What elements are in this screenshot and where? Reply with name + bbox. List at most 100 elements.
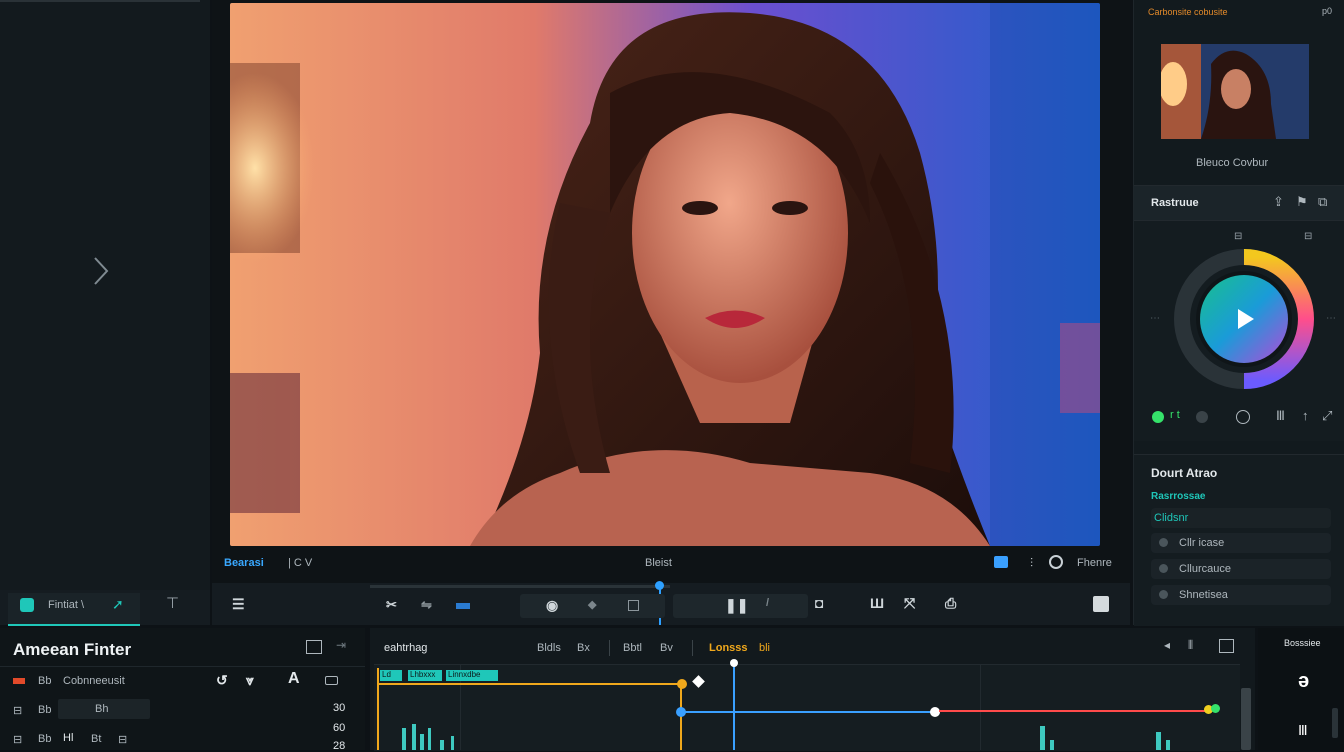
arrow-icon[interactable]: ➚	[112, 596, 124, 613]
chevron-right-icon[interactable]	[92, 256, 110, 286]
stop-icon[interactable]	[628, 600, 639, 611]
value-a: 30	[333, 702, 346, 714]
copy-icon[interactable]: ⧉	[1318, 194, 1327, 210]
monitor-icon[interactable]	[994, 556, 1008, 568]
waveform-bar	[428, 728, 431, 750]
row1-label-b: Cobnneeusit	[63, 675, 125, 687]
timeline-tracks[interactable]	[374, 664, 1240, 751]
tool-icon-c[interactable]: A	[288, 670, 300, 688]
timeline-panel: eahtrhag Bldls Bx Bbtl Bv Lonsss bli ◂ ⫴…	[370, 628, 1255, 751]
pause-icon[interactable]: ❚❚	[725, 597, 748, 614]
timeline-playhead[interactable]	[733, 664, 735, 750]
value-c: 28	[333, 740, 346, 752]
keyframe-dot[interactable]	[930, 707, 940, 717]
dock-icon[interactable]: ⇥	[336, 638, 346, 652]
levels-icon[interactable]: Ⅲ	[1276, 408, 1285, 424]
brush-icon[interactable]: ə	[1298, 670, 1309, 693]
timeline-tab-active[interactable]: Lonsss	[709, 642, 748, 654]
clip[interactable]: Lhbxxx	[408, 670, 442, 681]
tool-icon-a[interactable]: ↺	[216, 672, 228, 689]
mini-icon-c: ⋯	[1150, 313, 1160, 324]
timeline-tab[interactable]: Bx	[577, 642, 590, 654]
clip-thumbnail[interactable]	[1161, 44, 1309, 139]
export-icon[interactable]: ⎙	[945, 595, 956, 612]
marker-icon[interactable]	[456, 603, 470, 609]
grid-icon[interactable]	[1219, 639, 1234, 653]
row3-icon-b: ⊟	[118, 734, 128, 746]
panel-icon[interactable]	[306, 640, 322, 654]
mode-label[interactable]: | C V	[288, 557, 312, 569]
bottom-right-label: Bosssiee	[1284, 638, 1321, 648]
right-panel: Carbonsite cobusite p0 Bleuco Covbur Ras…	[1133, 0, 1344, 626]
row3-label-b: Hl	[63, 732, 74, 744]
scrub-track[interactable]	[370, 585, 670, 588]
waveform-bar	[1166, 740, 1170, 750]
side-scrollbar[interactable]	[1332, 708, 1338, 738]
split-icon[interactable]: ⫶	[1030, 556, 1033, 571]
preset-field-value: Clidsnr	[1154, 512, 1189, 524]
list-item[interactable]: Cllurcauce	[1151, 559, 1331, 579]
fit-label[interactable]: Fhenre	[1077, 557, 1112, 569]
playhead-knob[interactable]	[730, 659, 738, 667]
trim-icon[interactable]: ✂	[386, 597, 397, 613]
value-field-text: Bh	[95, 703, 109, 715]
pin-icon[interactable]: ⊤	[166, 594, 179, 612]
crop-icon[interactable]: ◘	[815, 595, 823, 611]
transform-icon[interactable]: ⤧	[904, 595, 915, 612]
keyframe-dot[interactable]	[676, 707, 686, 717]
thumbnail-caption: Bleuco Covbur	[1196, 157, 1269, 169]
keyframe-curve-orange[interactable]	[377, 683, 681, 685]
tool-icon-b[interactable]: ⩔	[246, 672, 254, 689]
preset-field[interactable]: Clidsnr	[1151, 508, 1331, 528]
keyframe-icon[interactable]	[13, 678, 25, 684]
list-item-label: Shnetisea	[1179, 589, 1228, 601]
dot-icon[interactable]	[1196, 411, 1208, 423]
mask-icon[interactable]	[1049, 555, 1063, 569]
bars-icon[interactable]: Ш	[870, 595, 884, 611]
slash-icon[interactable]: /	[766, 597, 769, 609]
mini-icon-b[interactable]: ⊟	[1304, 231, 1312, 242]
timeline-scrollbar[interactable]	[1241, 688, 1251, 750]
toggle-icon[interactable]: r t	[1170, 409, 1180, 421]
waveform-bar	[1156, 732, 1161, 750]
row2-label-a: Bb	[38, 704, 52, 716]
status-dot-icon[interactable]	[1152, 411, 1164, 423]
expand-icon[interactable]: ⤢	[1322, 408, 1332, 424]
color-wheel[interactable]	[1172, 247, 1316, 391]
keyframe-dot[interactable]	[1211, 704, 1220, 713]
minus-circle-icon[interactable]	[1236, 410, 1250, 424]
video-preview[interactable]	[230, 3, 1100, 546]
table-icon[interactable]: Ⅲ	[1298, 722, 1308, 739]
radio-icon	[1159, 590, 1168, 599]
timeline-tab[interactable]: Bldls	[537, 642, 561, 654]
settings-icon[interactable]	[1093, 596, 1109, 612]
keyframe-curve-red[interactable]	[939, 710, 1209, 712]
keyframe-dot[interactable]	[677, 679, 687, 689]
up-icon[interactable]: ↑	[1302, 408, 1309, 423]
clip[interactable]: Linnxdbe	[446, 670, 498, 681]
keyframe-line	[680, 685, 682, 750]
ripple-icon[interactable]: ⇋	[421, 597, 432, 613]
timeline-tab[interactable]: Bv	[660, 642, 673, 654]
keyframe-curve-blue[interactable]	[680, 711, 935, 713]
timeline-tab[interactable]: Bbtl	[623, 642, 642, 654]
snap-icon[interactable]: ⫴	[1188, 638, 1193, 653]
panel-divider	[0, 0, 200, 2]
mini-icon-a[interactable]: ⊟	[1234, 231, 1242, 242]
speaker-icon[interactable]: ◂	[1164, 638, 1170, 652]
flag-icon[interactable]: ⚑	[1296, 194, 1308, 210]
share-icon[interactable]: ⇪	[1273, 194, 1284, 210]
left-panel	[0, 0, 210, 590]
value-b: 60	[333, 722, 346, 734]
row3-label-a: Bb	[38, 733, 52, 745]
step-icon[interactable]: ◆	[588, 598, 596, 611]
clip[interactable]: Ld	[380, 670, 402, 681]
loop-icon[interactable]: ◉	[546, 597, 558, 614]
row2-icon: ⊟	[13, 705, 23, 717]
list-item[interactable]: Shnetisea	[1151, 585, 1331, 605]
list-item-label: Cllr icase	[1179, 537, 1225, 549]
menu-icon[interactable]: ☰	[232, 596, 245, 613]
list-item[interactable]: Cllr icase	[1151, 533, 1331, 553]
value-field[interactable]: Bh	[58, 699, 150, 719]
tool-icon-d[interactable]	[325, 676, 338, 685]
